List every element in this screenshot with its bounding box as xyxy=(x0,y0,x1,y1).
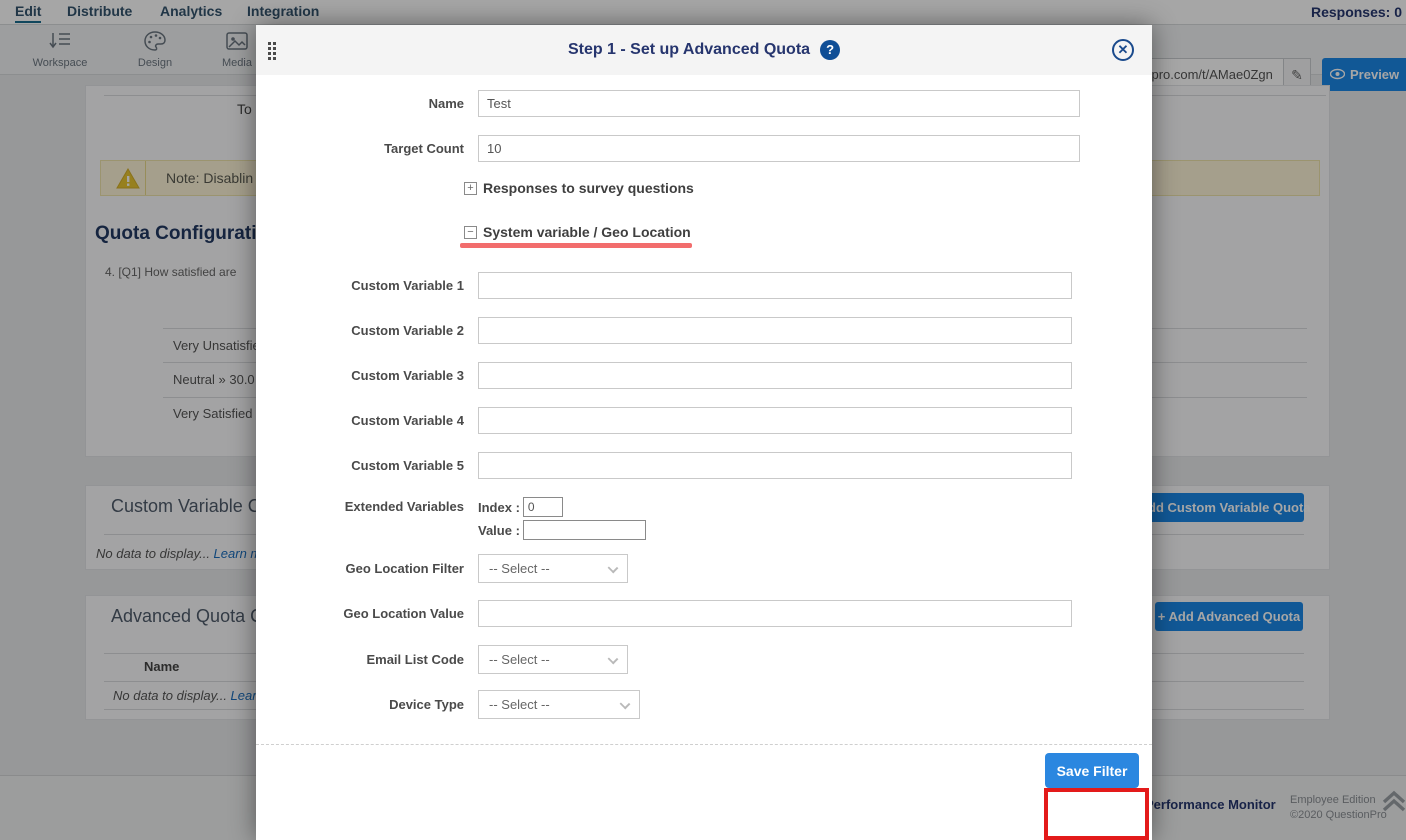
chevron-down-icon xyxy=(620,699,631,710)
help-icon[interactable]: ? xyxy=(820,40,840,60)
save-filter-button[interactable]: Save Filter xyxy=(1045,753,1139,788)
form-row-custom-variable-2: Custom Variable 2 xyxy=(256,317,1152,344)
index-label: Index : xyxy=(478,500,520,515)
custom-variable-5-label: Custom Variable 5 xyxy=(256,458,464,473)
form-row-target-count: Target Count xyxy=(256,135,1152,162)
extended-variables-label: Extended Variables xyxy=(256,497,464,540)
selected-value: -- Select -- xyxy=(489,561,550,576)
device-type-select[interactable]: -- Select -- xyxy=(478,690,640,719)
selected-value: -- Select -- xyxy=(489,652,550,667)
form-row-name: Name xyxy=(256,90,1152,117)
custom-variable-1-label: Custom Variable 1 xyxy=(256,278,464,293)
extended-value-line: Value : xyxy=(478,520,646,540)
index-input[interactable] xyxy=(523,497,563,517)
email-list-code-select[interactable]: -- Select -- xyxy=(478,645,628,674)
custom-variable-4-label: Custom Variable 4 xyxy=(256,413,464,428)
device-type-label: Device Type xyxy=(256,697,464,712)
geo-location-value-input[interactable] xyxy=(478,600,1072,627)
custom-variable-4-input[interactable] xyxy=(478,407,1072,434)
geo-location-filter-label: Geo Location Filter xyxy=(256,561,464,576)
chevron-down-icon xyxy=(608,654,619,665)
modal-header: Step 1 - Set up Advanced Quota ? ✕ xyxy=(256,25,1152,75)
custom-variable-3-label: Custom Variable 3 xyxy=(256,368,464,383)
modal-footer: Save Filter xyxy=(256,744,1152,792)
close-icon[interactable]: ✕ xyxy=(1112,39,1134,61)
section-system-variable-geo-location[interactable]: − System variable / Geo Location xyxy=(464,224,1152,240)
extended-variables-fields: Index : Value : xyxy=(478,497,646,540)
red-underline-annotation xyxy=(460,243,692,248)
custom-variable-5-input[interactable] xyxy=(478,452,1072,479)
modal-title-wrap: Step 1 - Set up Advanced Quota ? xyxy=(256,25,1152,75)
expand-icon[interactable]: + xyxy=(464,182,477,195)
target-count-label: Target Count xyxy=(256,141,464,156)
geo-location-filter-select[interactable]: -- Select -- xyxy=(478,554,628,583)
target-count-input[interactable] xyxy=(478,135,1080,162)
section-label: System variable / Geo Location xyxy=(483,224,691,240)
section-responses-to-survey-questions[interactable]: + Responses to survey questions xyxy=(464,180,1152,196)
selected-value: -- Select -- xyxy=(489,697,550,712)
form-row-geo-location-filter: Geo Location Filter -- Select -- xyxy=(256,554,1152,583)
modal-title: Step 1 - Set up Advanced Quota xyxy=(568,41,810,59)
chevron-down-icon xyxy=(608,563,619,574)
screen: Edit Distribute Analytics Integration Re… xyxy=(0,0,1406,840)
value-input[interactable] xyxy=(523,520,646,540)
form-row-email-list-code: Email List Code -- Select -- xyxy=(256,645,1152,674)
email-list-code-label: Email List Code xyxy=(256,652,464,667)
form-row-custom-variable-4: Custom Variable 4 xyxy=(256,407,1152,434)
custom-variable-3-input[interactable] xyxy=(478,362,1072,389)
form-row-device-type: Device Type -- Select -- xyxy=(256,690,1152,719)
advanced-quota-modal: Step 1 - Set up Advanced Quota ? ✕ Name … xyxy=(256,25,1152,840)
custom-variable-2-input[interactable] xyxy=(478,317,1072,344)
form-row-extended-variables: Extended Variables Index : Value : xyxy=(256,497,1152,540)
name-input[interactable] xyxy=(478,90,1080,117)
section-label: Responses to survey questions xyxy=(483,180,694,196)
value-label: Value : xyxy=(478,523,520,538)
geo-location-value-label: Geo Location Value xyxy=(256,606,464,621)
custom-variable-1-input[interactable] xyxy=(478,272,1072,299)
extended-index-line: Index : xyxy=(478,497,646,517)
collapse-icon[interactable]: − xyxy=(464,226,477,239)
modal-body: Name Target Count + Responses to survey … xyxy=(256,75,1152,792)
custom-variable-2-label: Custom Variable 2 xyxy=(256,323,464,338)
name-label: Name xyxy=(256,96,464,111)
form-row-custom-variable-5: Custom Variable 5 xyxy=(256,452,1152,479)
form-row-custom-variable-3: Custom Variable 3 xyxy=(256,362,1152,389)
form-row-custom-variable-1: Custom Variable 1 xyxy=(256,272,1152,299)
form-row-geo-location-value: Geo Location Value xyxy=(256,600,1152,627)
